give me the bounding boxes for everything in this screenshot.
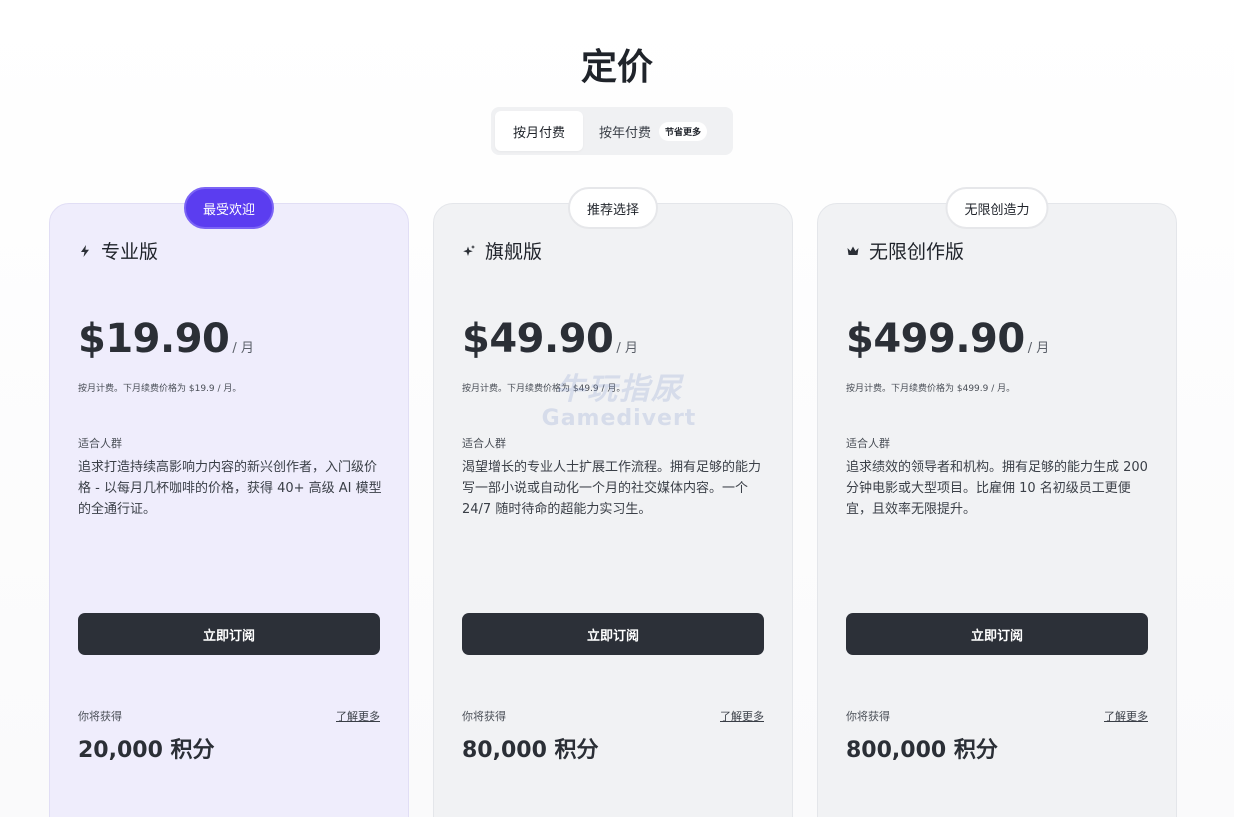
plan-card-unlimited: 无限创造力 无限创作版 $499.90 / 月 按月计费。下月续费价格为 $49… [817, 187, 1177, 817]
plan-badge: 无限创造力 [945, 187, 1049, 229]
price-period: / 月 [1027, 341, 1050, 356]
page-title: 定价 [580, 47, 653, 88]
subscribe-button[interactable]: 立即订阅 [846, 613, 1148, 655]
plan-price: $19.90 [78, 316, 230, 362]
audience-label: 适合人群 [846, 437, 890, 450]
plan-card-flagship: 推荐选择 旗舰版 $49.90 / 月 按月计费。下月续费价格为 $49.9 /… [433, 187, 793, 817]
pricing-page: 定价 按月付费 按年付费 节省更多 最受欢迎 专业版 $19.90 / 月 按月… [0, 0, 1234, 817]
audience-label: 适合人群 [78, 437, 122, 450]
renewal-note: 按月计费。下月续费价格为 $19.9 / 月。 [78, 384, 242, 394]
price-row: $49.90 / 月 [462, 316, 638, 362]
plan-header: 旗舰版 [463, 237, 542, 264]
credits-amount: 800,000 积分 [846, 738, 998, 763]
earn-label: 你将获得 [78, 710, 122, 723]
subscribe-button[interactable]: 立即订阅 [78, 613, 380, 655]
plan-header: 专业版 [79, 237, 158, 264]
price-row: $19.90 / 月 [78, 316, 254, 362]
plan-name: 无限创作版 [869, 241, 965, 263]
price-period: / 月 [616, 341, 638, 356]
learn-more-link[interactable]: 了解更多 [720, 708, 764, 724]
monthly-billing-option[interactable]: 按月付费 [495, 111, 583, 151]
learn-more-link[interactable]: 了解更多 [1104, 708, 1148, 724]
plan-name: 专业版 [101, 241, 159, 263]
sparkle-icon [463, 244, 475, 256]
audience-label: 适合人群 [462, 437, 506, 450]
learn-more-link[interactable]: 了解更多 [336, 708, 380, 724]
save-more-badge: 节省更多 [659, 121, 708, 141]
plan-header: 无限创作版 [847, 237, 964, 264]
plan-card-pro: 最受欢迎 专业版 $19.90 / 月 按月计费。下月续费价格为 $19.9 /… [49, 187, 409, 817]
renewal-note: 按月计费。下月续费价格为 $499.9 / 月。 [846, 384, 1016, 394]
audience-description: 追求打造持续高影响力内容的新兴创作者，入门级价格 - 以每月几杯咖啡的价格，获得… [78, 460, 382, 517]
plan-price: $499.90 [846, 316, 1025, 362]
yearly-billing-option[interactable]: 按年付费 节省更多 [583, 111, 708, 151]
renewal-note: 按月计费。下月续费价格为 $49.9 / 月。 [462, 384, 626, 394]
yearly-billing-label: 按年付费 [599, 125, 652, 141]
earn-label: 你将获得 [462, 710, 506, 723]
plan-badge: 最受欢迎 [183, 187, 275, 229]
price-row: $499.90 / 月 [846, 316, 1049, 362]
crown-icon [847, 246, 859, 255]
plan-name: 旗舰版 [485, 241, 543, 263]
subscribe-button[interactable]: 立即订阅 [462, 613, 764, 655]
audience-description: 渴望增长的专业人士扩展工作流程。拥有足够的能力写一部小说或自动化一个月的社交媒体… [462, 460, 762, 517]
audience-description: 追求绩效的领导者和机构。拥有足够的能力生成 200 分钟电影或大型项目。比雇佣 … [846, 460, 1148, 517]
plan-badge: 推荐选择 [567, 187, 659, 229]
plan-price: $49.90 [462, 316, 614, 362]
earn-label: 你将获得 [846, 710, 890, 723]
price-period: / 月 [232, 341, 254, 356]
credits-amount: 20,000 积分 [78, 738, 215, 763]
bolt-icon [81, 244, 89, 257]
billing-toggle: 按月付费 按年付费 节省更多 [491, 107, 733, 155]
credits-amount: 80,000 积分 [462, 738, 599, 763]
